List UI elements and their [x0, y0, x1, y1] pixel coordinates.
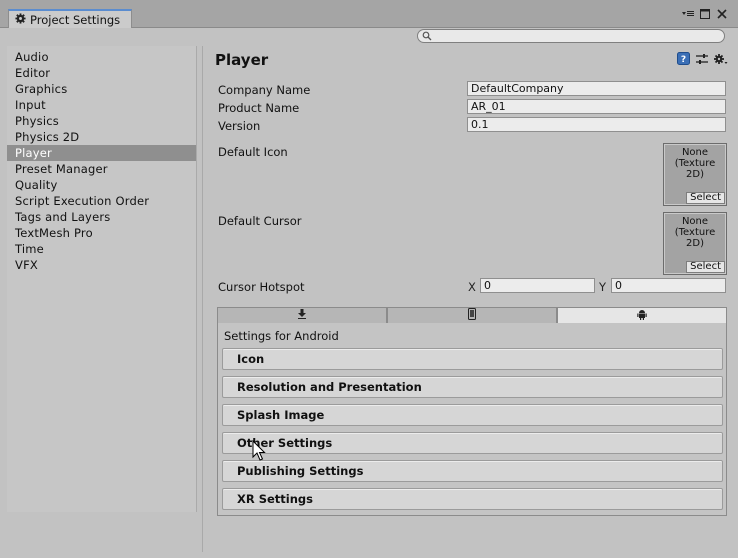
gear-icon [15, 12, 26, 27]
hotspot-x-label: X [468, 280, 476, 294]
sidebar-item-time[interactable]: Time [7, 241, 196, 257]
cursor-hotspot-label: Cursor Hotspot [218, 280, 305, 294]
tab-title: Project Settings [30, 12, 121, 27]
sidebar-item-editor[interactable]: Editor [7, 65, 196, 81]
page-title: Player [215, 51, 269, 69]
sidebar-item-tags-and-layers[interactable]: Tags and Layers [7, 209, 196, 225]
sidebar-item-audio[interactable]: Audio [7, 49, 196, 65]
sidebar-item-physics-2d[interactable]: Physics 2D [7, 129, 196, 145]
section-icon[interactable]: Icon [222, 348, 723, 370]
title-bar: Project Settings [0, 0, 738, 28]
tab-mobile[interactable] [387, 307, 557, 324]
default-cursor-select-button[interactable]: Select [686, 261, 725, 273]
settings-sidebar: Audio Editor Graphics Input Physics Phys… [7, 46, 197, 512]
android-icon [637, 309, 647, 323]
sidebar-item-textmesh-pro[interactable]: TextMesh Pro [7, 225, 196, 241]
mouse-pointer-icon [252, 439, 266, 465]
sidebar-item-graphics[interactable]: Graphics [7, 81, 196, 97]
sidebar-item-vfx[interactable]: VFX [7, 257, 196, 273]
tab-project-settings[interactable]: Project Settings [8, 9, 132, 28]
search-icon [422, 31, 432, 44]
search-box[interactable] [417, 29, 725, 43]
preset-icon[interactable] [696, 53, 708, 68]
search-input[interactable] [434, 30, 718, 42]
menu-icon[interactable] [682, 8, 694, 20]
hotspot-y-label: Y [599, 280, 607, 294]
maximize-icon[interactable] [699, 8, 711, 20]
help-icon[interactable]: ? [677, 52, 690, 68]
default-icon-texture-slot[interactable]: None (Texture 2D) Select [663, 143, 727, 206]
hotspot-x-field[interactable]: 0 [480, 278, 595, 293]
default-cursor-label: Default Cursor [218, 214, 302, 228]
default-icon-label: Default Icon [218, 145, 288, 159]
settings-for-label: Settings for Android [224, 329, 339, 343]
toolbar [0, 28, 738, 45]
platform-settings-panel: Settings for Android Icon Resolution and… [217, 323, 727, 516]
phone-icon [468, 308, 476, 323]
version-label: Version [218, 119, 261, 133]
default-cursor-texture-slot[interactable]: None (Texture 2D) Select [663, 212, 727, 275]
section-resolution-and-presentation[interactable]: Resolution and Presentation [222, 376, 723, 398]
company-name-label: Company Name [218, 83, 311, 97]
texture-none-text: None (Texture 2D) [674, 216, 716, 249]
section-xr-settings[interactable]: XR Settings [222, 488, 723, 510]
tab-android[interactable] [557, 307, 727, 324]
section-publishing-settings[interactable]: Publishing Settings [222, 460, 723, 482]
section-other-settings[interactable]: Other Settings [222, 432, 723, 454]
hotspot-y-field[interactable]: 0 [611, 278, 726, 293]
sidebar-item-quality[interactable]: Quality [7, 177, 196, 193]
product-name-label: Product Name [218, 101, 300, 115]
tab-standalone[interactable] [217, 307, 387, 324]
player-settings-panel: Player ? Company Name DefaultCompany Pro… [203, 46, 738, 558]
close-icon[interactable] [716, 8, 728, 20]
sidebar-item-script-execution-order[interactable]: Script Execution Order [7, 193, 196, 209]
sidebar-item-preset-manager[interactable]: Preset Manager [7, 161, 196, 177]
product-name-field[interactable]: AR_01 [467, 99, 726, 114]
sidebar-item-input[interactable]: Input [7, 97, 196, 113]
settings-icon[interactable] [714, 53, 728, 68]
company-name-field[interactable]: DefaultCompany [467, 81, 726, 96]
download-icon [297, 309, 307, 322]
version-field[interactable]: 0.1 [467, 117, 726, 132]
texture-none-text: None (Texture 2D) [674, 147, 716, 180]
svg-text:?: ? [681, 55, 686, 65]
default-icon-select-button[interactable]: Select [686, 192, 725, 204]
sidebar-item-physics[interactable]: Physics [7, 113, 196, 129]
platform-tabs [217, 307, 727, 324]
section-splash-image[interactable]: Splash Image [222, 404, 723, 426]
sidebar-item-player[interactable]: Player [7, 145, 196, 161]
